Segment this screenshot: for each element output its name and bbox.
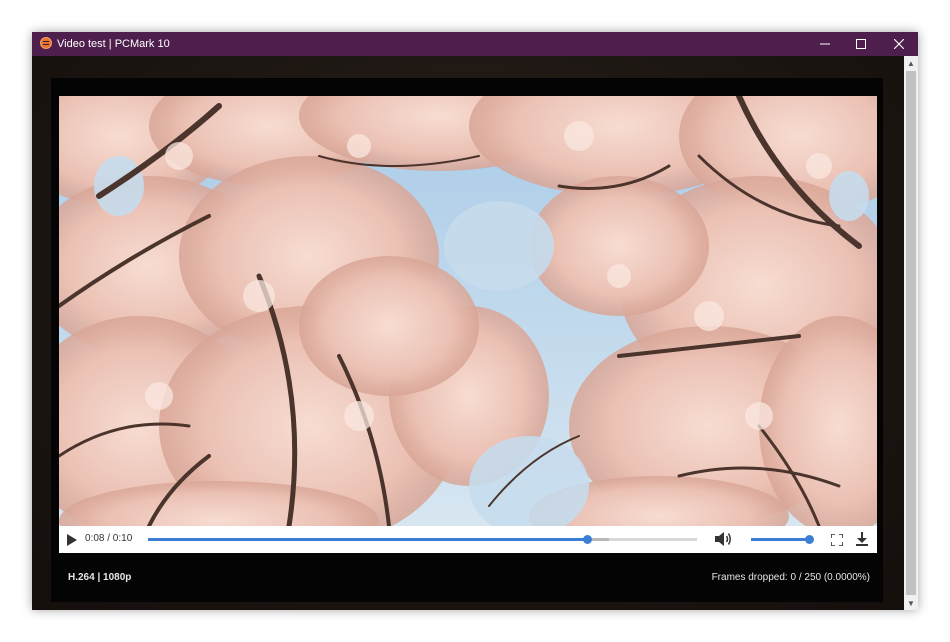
video-player: 0:08 / 0:10 H.264 | 1080p Frames dropped… xyxy=(51,78,883,602)
fullscreen-button[interactable] xyxy=(830,533,844,551)
played-range xyxy=(148,538,588,541)
app-window: Video test | PCMark 10 0:08 / 0:10 H.264… xyxy=(32,32,918,610)
content-area: 0:08 / 0:10 H.264 | 1080p Frames dropped… xyxy=(32,56,904,610)
title-bar[interactable]: Video test | PCMark 10 xyxy=(32,32,918,56)
seek-bar[interactable] xyxy=(148,535,697,544)
close-button[interactable] xyxy=(880,32,918,56)
frames-dropped-label: Frames dropped: 0 / 250 (0.0000%) xyxy=(711,572,870,583)
seek-handle[interactable] xyxy=(582,535,592,544)
volume-handle[interactable] xyxy=(804,535,814,544)
play-icon xyxy=(67,534,77,546)
maximize-icon xyxy=(856,39,866,49)
vertical-scrollbar[interactable]: ▲ ▼ xyxy=(904,56,918,610)
scrollbar-thumb[interactable] xyxy=(906,71,916,595)
codec-resolution-label: H.264 | 1080p xyxy=(68,572,132,583)
player-controls-bar: 0:08 / 0:10 xyxy=(59,526,877,553)
pcmark-app-icon xyxy=(40,37,52,49)
minimize-icon xyxy=(820,43,830,45)
download-button[interactable] xyxy=(856,532,868,551)
cherry-blossom-video-image xyxy=(59,96,877,526)
fullscreen-icon xyxy=(830,533,844,547)
time-display: 0:08 / 0:10 xyxy=(85,533,133,544)
volume-level xyxy=(751,538,809,541)
volume-icon xyxy=(715,532,731,546)
minimize-button[interactable] xyxy=(806,32,844,56)
scroll-down-arrow-icon[interactable]: ▼ xyxy=(904,596,918,610)
volume-slider[interactable] xyxy=(751,535,814,544)
maximize-button[interactable] xyxy=(842,32,880,56)
close-icon xyxy=(894,39,904,49)
mute-button[interactable] xyxy=(715,532,733,551)
window-title: Video test | PCMark 10 xyxy=(57,38,170,50)
scroll-up-arrow-icon[interactable]: ▲ xyxy=(904,56,918,70)
video-frame[interactable] xyxy=(59,96,877,526)
play-button[interactable] xyxy=(67,533,77,551)
download-icon xyxy=(856,532,868,546)
